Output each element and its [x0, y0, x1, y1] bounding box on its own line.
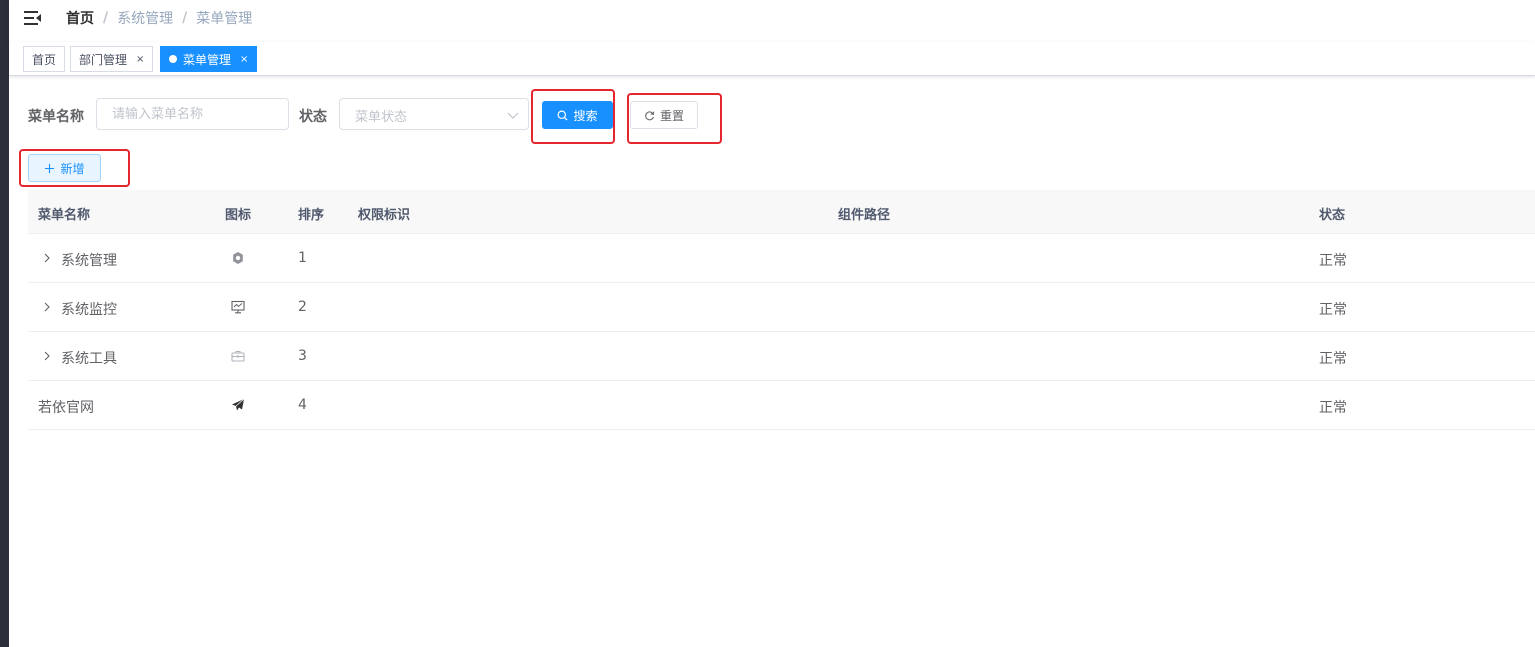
column-header: 图标 [225, 208, 252, 223]
monitor-icon [231, 300, 245, 314]
sidebar-edge [0, 0, 9, 647]
hamburger-icon[interactable] [24, 10, 42, 26]
table-header: 菜单名称 图标 排序 权限标识 组件路径 状态 [28, 190, 1535, 234]
add-button-label: 新增 [60, 161, 85, 176]
menu-order: 4 [298, 397, 307, 413]
column-header: 状态 [1319, 208, 1346, 223]
paper-plane-icon [232, 398, 245, 411]
tags-view: 首页 部门管理 × 菜单管理 × [9, 42, 1535, 76]
close-icon[interactable]: × [240, 54, 248, 65]
add-button[interactable]: 新增 [28, 154, 101, 182]
menu-status: 正常 [1319, 302, 1347, 318]
column-header: 菜单名称 [38, 208, 91, 223]
menu-status: 正常 [1319, 253, 1347, 269]
close-icon[interactable]: × [136, 54, 144, 65]
menu-name: 系统监控 [61, 302, 117, 318]
breadcrumb-separator: / [103, 10, 109, 26]
breadcrumb-system: 系统管理 [117, 11, 174, 27]
column-header: 组件路径 [838, 208, 891, 223]
reset-button-label: 重置 [659, 108, 684, 123]
menu-order: 3 [298, 348, 307, 364]
menu-name-input[interactable] [96, 98, 289, 130]
menu-name: 系统管理 [61, 253, 117, 269]
navbar: 首页 / 系统管理 / 菜单管理 [9, 0, 1535, 42]
column-header: 排序 [298, 208, 325, 223]
table-row[interactable]: 若依官网 4 正常 [28, 381, 1535, 430]
menu-name-label: 菜单名称 [28, 109, 84, 125]
reset-button[interactable]: 重置 [630, 101, 698, 129]
menu-table: 菜单名称 图标 排序 权限标识 组件路径 状态 系统管理 1 正常 系统监控 2… [28, 190, 1535, 430]
tag-home[interactable]: 首页 [23, 46, 66, 72]
menu-name: 系统工具 [61, 351, 117, 367]
tag-menu[interactable]: 菜单管理 × [160, 46, 258, 72]
table-row[interactable]: 系统监控 2 正常 [28, 283, 1535, 332]
table-row[interactable]: 系统管理 1 正常 [28, 234, 1535, 283]
search-button[interactable]: 搜索 [542, 101, 613, 129]
chevron-right-icon[interactable] [42, 302, 52, 312]
menu-status: 正常 [1319, 400, 1347, 416]
breadcrumb: 首页 / 系统管理 / 菜单管理 [66, 9, 252, 27]
search-icon [557, 110, 568, 121]
menu-name: 若依官网 [38, 400, 94, 416]
refresh-icon [645, 110, 655, 120]
menu-order: 1 [298, 250, 307, 266]
tag-label: 首页 [32, 52, 57, 67]
status-placeholder: 菜单状态 [355, 110, 408, 125]
search-button-label: 搜索 [573, 108, 598, 123]
column-header: 权限标识 [358, 208, 411, 223]
active-dot-icon [169, 55, 177, 63]
breadcrumb-home[interactable]: 首页 [66, 8, 94, 28]
menu-order: 2 [298, 299, 307, 315]
tag-label: 部门管理 [79, 52, 128, 67]
app-main: 首页 / 系统管理 / 菜单管理 首页 部门管理 × 菜单管理 × 菜单名称 状… [9, 0, 1535, 647]
toolbox-icon [231, 350, 245, 362]
table-row[interactable]: 系统工具 3 正常 [28, 332, 1535, 381]
status-select[interactable]: 菜单状态 [339, 98, 529, 130]
chevron-down-icon [507, 112, 519, 119]
breadcrumb-menu: 菜单管理 [196, 11, 253, 27]
plus-icon [45, 163, 55, 173]
status-label: 状态 [299, 109, 327, 125]
chevron-right-icon[interactable] [42, 253, 52, 263]
breadcrumb-separator: / [182, 10, 188, 26]
tag-label: 菜单管理 [183, 52, 232, 67]
tag-dept[interactable]: 部门管理 × [70, 46, 154, 72]
menu-status: 正常 [1319, 351, 1347, 367]
chevron-right-icon[interactable] [42, 351, 52, 361]
gear-icon [233, 252, 243, 264]
